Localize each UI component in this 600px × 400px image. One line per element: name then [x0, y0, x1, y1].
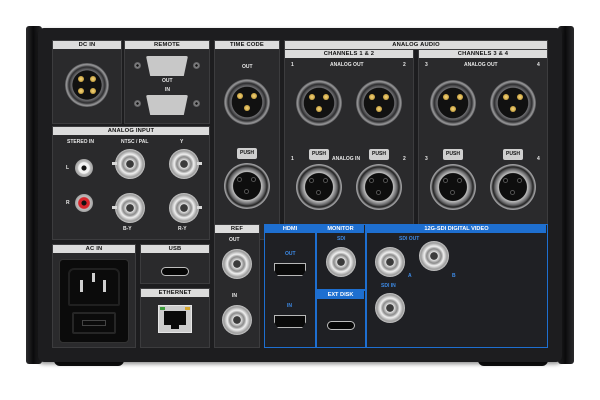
- ch4-in-num: 4: [537, 156, 540, 162]
- ch4-out-num: 4: [537, 62, 540, 68]
- sdi-video-label: 12G-SDI DIGITAL VIDEO: [367, 225, 546, 233]
- y-bnc[interactable]: [169, 149, 202, 179]
- analog-input-label: ANALOG INPUT: [53, 127, 209, 135]
- ch3-push-latch[interactable]: PUSH: [443, 149, 463, 160]
- remote-in-port[interactable]: [146, 95, 188, 115]
- time-code-push-latch[interactable]: PUSH: [237, 148, 257, 159]
- monitor-sdi-label: SDI: [337, 236, 346, 242]
- dc-in-label: DC IN: [53, 41, 121, 49]
- l-label: L: [66, 165, 70, 171]
- remote-in-label: IN: [165, 87, 170, 93]
- stereo-in-left-rca[interactable]: [75, 159, 93, 177]
- ch1-analog-out-xlr[interactable]: [296, 80, 342, 126]
- time-code-in-xlr[interactable]: [224, 163, 270, 209]
- sdi-out-b-label: B: [452, 273, 456, 279]
- channels-1-2-section: CHANNELS 1 & 2 1 ANALOG OUT 2 1 ANALOG I…: [284, 49, 414, 240]
- hdmi-in-port[interactable]: [274, 315, 306, 328]
- ntsc-pal-bnc[interactable]: [112, 149, 145, 179]
- y-label: Y: [180, 139, 184, 145]
- sdi-out-b-bnc[interactable]: [419, 241, 449, 271]
- usb-c-port[interactable]: [161, 267, 189, 276]
- monitor-section: MONITOR SDI: [316, 224, 366, 290]
- sdi-out-label: SDI OUT: [399, 236, 420, 242]
- ref-in-bnc[interactable]: [222, 305, 252, 335]
- hdmi-in-label: IN: [287, 303, 292, 309]
- fuse-holder[interactable]: [72, 312, 116, 334]
- usb-label: USB: [141, 245, 209, 253]
- ref-out-label: OUT: [229, 237, 240, 243]
- ch4-analog-out-xlr[interactable]: [490, 80, 536, 126]
- hdmi-out-label: OUT: [285, 251, 296, 257]
- ext-disk-label: EXT DISK: [317, 291, 364, 299]
- ref-section: REF OUT IN: [214, 224, 260, 348]
- ch2-analog-in-xlr[interactable]: [356, 164, 402, 210]
- hdmi-label: HDMI: [265, 225, 315, 233]
- channels-3-4-section: CHANNELS 3 & 4 3 ANALOG OUT 4 3 4 PUSH P…: [418, 49, 548, 240]
- remote-label: REMOTE: [125, 41, 209, 49]
- time-code-out-xlr[interactable]: [224, 79, 270, 125]
- ethernet-label: ETHERNET: [141, 289, 209, 297]
- ch4-analog-in-xlr[interactable]: [490, 164, 536, 210]
- sdi-in-label: SDI IN: [381, 283, 396, 289]
- ch2-push-latch[interactable]: PUSH: [369, 149, 389, 160]
- ethernet-port[interactable]: [158, 305, 192, 333]
- time-code-section: TIME CODE OUT PUSH: [214, 40, 280, 240]
- time-code-label: TIME CODE: [215, 41, 279, 49]
- r-y-label: R-Y: [178, 226, 187, 232]
- ch2-out-num: 2: [403, 62, 406, 68]
- remote-out-label: OUT: [162, 78, 173, 84]
- ref-in-label: IN: [232, 293, 237, 299]
- ext-disk-section: EXT DISK: [316, 290, 366, 348]
- b-y-label: B-Y: [123, 226, 132, 232]
- r-y-bnc[interactable]: [169, 193, 202, 223]
- usb-section: USB: [140, 244, 210, 284]
- ch4-push-latch[interactable]: PUSH: [503, 149, 523, 160]
- ntsc-pal-label: NTSC / PAL: [121, 139, 149, 145]
- monitor-label: MONITOR: [317, 225, 364, 233]
- remote-out-port[interactable]: [146, 56, 188, 76]
- sdi-in-bnc[interactable]: [375, 293, 405, 323]
- ch3-analog-out-xlr[interactable]: [430, 80, 476, 126]
- sdi-out-a-label: A: [408, 273, 412, 279]
- ch3-analog-in-xlr[interactable]: [430, 164, 476, 210]
- ch1-analog-in-xlr[interactable]: [296, 164, 342, 210]
- ac-in-label: AC IN: [53, 245, 135, 253]
- ac-in-socket[interactable]: [59, 259, 129, 343]
- remote-section: REMOTE OUT IN: [124, 40, 210, 124]
- ch2-analog-out-xlr[interactable]: [356, 80, 402, 126]
- channels-1-2-label: CHANNELS 1 & 2: [285, 50, 413, 58]
- ethernet-section: ETHERNET: [140, 288, 210, 348]
- dc-in-connector[interactable]: [65, 63, 109, 107]
- ch1-push-latch[interactable]: PUSH: [309, 149, 329, 160]
- monitor-sdi-bnc[interactable]: [326, 247, 356, 277]
- ch3-in-num: 3: [425, 156, 428, 162]
- ch1-in-num: 1: [291, 156, 294, 162]
- ac-in-section: AC IN: [52, 244, 136, 348]
- sdi-video-section: 12G-SDI DIGITAL VIDEO SDI OUT A B SDI IN: [366, 224, 548, 348]
- rear-panel: DC IN REMOTE OUT IN ANALOG INPUT STEREO …: [38, 28, 562, 362]
- ref-out-bnc[interactable]: [222, 249, 252, 279]
- ch12-analog-out-label: ANALOG OUT: [330, 62, 364, 68]
- b-y-bnc[interactable]: [112, 193, 145, 223]
- ch1-out-num: 1: [291, 62, 294, 68]
- sdi-out-a-bnc[interactable]: [375, 247, 405, 277]
- dc-in-section: DC IN: [52, 40, 122, 124]
- ext-disk-usb-c-port[interactable]: [327, 321, 355, 330]
- ch12-analog-in-label: ANALOG IN: [332, 156, 361, 162]
- ch2-in-num: 2: [403, 156, 406, 162]
- ch3-out-num: 3: [425, 62, 428, 68]
- stereo-in-label: STEREO IN: [67, 139, 94, 145]
- hdmi-out-port[interactable]: [274, 263, 306, 276]
- r-label: R: [66, 200, 70, 206]
- analog-input-section: ANALOG INPUT STEREO IN NTSC / PAL Y L R …: [52, 126, 210, 240]
- hdmi-section: HDMI OUT IN: [264, 224, 316, 348]
- time-code-out-label: OUT: [242, 64, 253, 70]
- ch34-analog-out-label: ANALOG OUT: [464, 62, 498, 68]
- channels-3-4-label: CHANNELS 3 & 4: [419, 50, 547, 58]
- ref-label: REF: [215, 225, 259, 233]
- stereo-in-right-rca[interactable]: [75, 194, 93, 212]
